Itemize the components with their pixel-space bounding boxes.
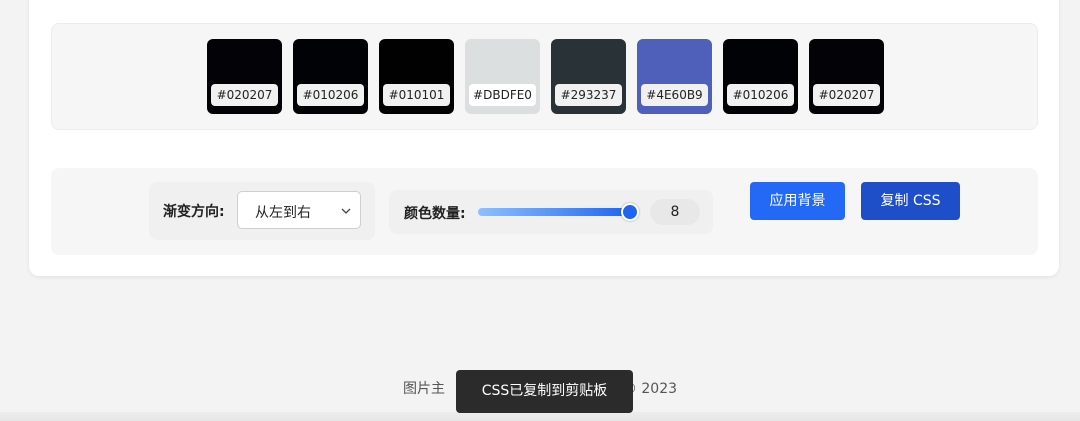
color-count-label: 颜色数量: xyxy=(404,206,466,222)
color-swatch[interactable]: #020207 xyxy=(809,39,884,114)
bottom-edge xyxy=(0,412,1080,421)
toast-notification: CSS已复制到剪贴板 xyxy=(456,370,633,413)
swatch-hex-label: #010206 xyxy=(727,84,794,106)
color-count-group: 颜色数量: 8 xyxy=(389,190,713,234)
color-count-value: 8 xyxy=(650,199,700,225)
swatch-hex-label: #4E60B9 xyxy=(641,84,708,106)
direction-select-value: 从左到右 xyxy=(255,205,311,221)
color-swatch[interactable]: #4E60B9 xyxy=(637,39,712,114)
slider-fill xyxy=(478,208,630,216)
direction-label: 渐变方向: xyxy=(163,204,225,220)
swatch-panel: #020207 #010206 #010101 #DBDFE0 #293237 … xyxy=(51,23,1038,130)
swatch-hex-label: #020207 xyxy=(211,84,278,106)
slider-thumb[interactable] xyxy=(621,203,639,221)
color-swatch[interactable]: #293237 xyxy=(551,39,626,114)
color-swatch[interactable]: #DBDFE0 xyxy=(465,39,540,114)
swatch-hex-label: #010206 xyxy=(297,84,364,106)
color-swatch[interactable]: #010206 xyxy=(293,39,368,114)
controls-panel: 渐变方向: 从左到右 颜色数量: 8 应用背景 复制 CSS xyxy=(51,168,1038,255)
color-swatch[interactable]: #010206 xyxy=(723,39,798,114)
swatch-hex-label: #020207 xyxy=(813,84,880,106)
main-card: #020207 #010206 #010101 #DBDFE0 #293237 … xyxy=(29,0,1059,276)
direction-group: 渐变方向: 从左到右 xyxy=(149,182,375,240)
swatch-hex-label: #010101 xyxy=(383,84,450,106)
direction-select[interactable]: 从左到右 xyxy=(237,191,361,229)
color-swatch[interactable]: #020207 xyxy=(207,39,282,114)
footer-text-left: 图片主 xyxy=(402,381,445,397)
swatch-hex-label: #293237 xyxy=(555,84,622,106)
chevron-down-icon xyxy=(341,208,351,214)
copy-css-button[interactable]: 复制 CSS xyxy=(861,182,960,220)
color-count-slider[interactable] xyxy=(478,208,630,216)
apply-background-button[interactable]: 应用背景 xyxy=(750,182,845,220)
swatch-hex-label: #DBDFE0 xyxy=(469,84,536,106)
color-swatch[interactable]: #010101 xyxy=(379,39,454,114)
